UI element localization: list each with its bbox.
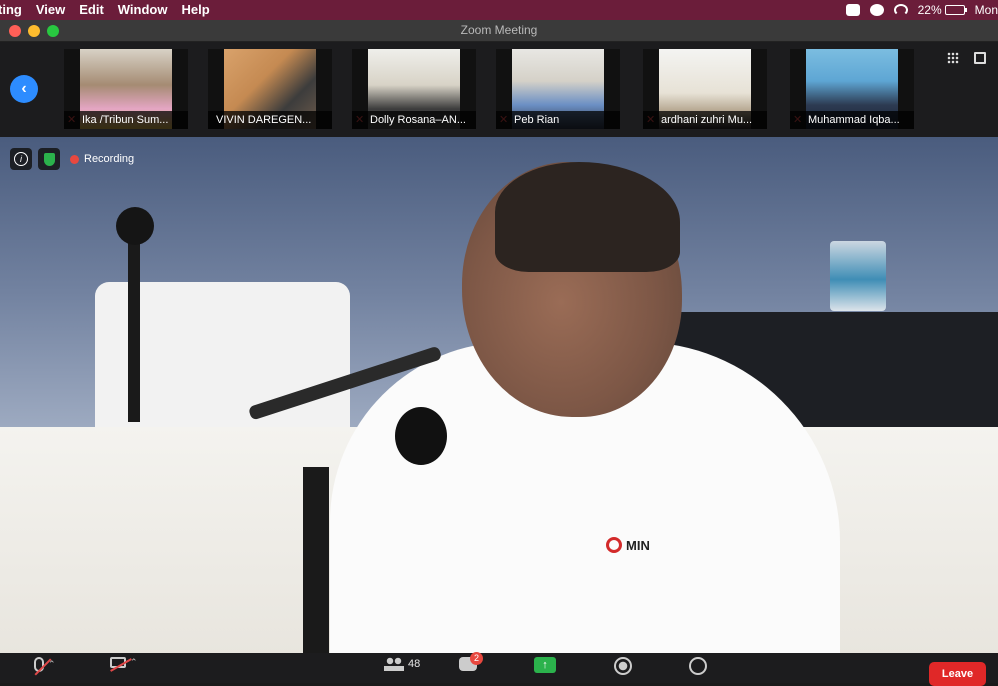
mic-muted-icon [34, 657, 44, 672]
reactions-button[interactable] [689, 657, 707, 675]
security-status-button[interactable] [38, 148, 60, 170]
battery-icon [944, 5, 967, 15]
menu-app-name[interactable]: ting [0, 0, 29, 20]
participant-tile[interactable]: ✕ Dolly Rosana–AN... [352, 49, 476, 129]
chat-icon: 2 [459, 652, 483, 671]
record-button[interactable] [614, 657, 632, 675]
macos-menu-bar: ting View Edit Window Help 22% Mon [0, 0, 998, 20]
chat-badge: 2 [470, 652, 483, 665]
participants-icon [384, 657, 404, 671]
participants-count: 48 [408, 658, 421, 670]
menu-help[interactable]: Help [174, 0, 216, 20]
participant-strip: ‹ ✕ Ika /Tribun Sum... VIVIN DAREGEN... … [0, 42, 998, 137]
participant-name: Muhammad Iqba... [790, 111, 914, 129]
front-mic-head [395, 407, 447, 465]
menu-edit[interactable]: Edit [72, 0, 111, 20]
menu-clock[interactable]: Mon [975, 3, 998, 17]
participant-name: ardhani zuhri Mu... [643, 111, 767, 129]
stage-overlay-controls: i Recording [10, 148, 134, 170]
meeting-info-button[interactable]: i [10, 148, 32, 170]
participant-name: Dolly Rosana–AN... [352, 111, 476, 129]
participant-name: Ika /Tribun Sum... [64, 111, 188, 129]
share-screen-button[interactable]: ↑ [534, 657, 556, 673]
participant-tile[interactable]: ✕ Ika /Tribun Sum... [64, 49, 188, 129]
speaker-hair [495, 162, 680, 272]
menu-view[interactable]: View [29, 0, 72, 20]
participant-name: Peb Rian [496, 111, 620, 129]
participant-tile[interactable]: ✕ Peb Rian [496, 49, 620, 129]
meeting-toolbar: ⌃ ⌃ 48 2 ↑ Leave [0, 652, 998, 686]
video-mic-head [116, 207, 154, 245]
wifi-icon[interactable] [893, 4, 908, 16]
battery-percent: 22% [917, 3, 942, 17]
info-icon: i [14, 152, 28, 166]
shirt-logo-text: MIN [626, 537, 650, 553]
start-video-button[interactable]: ⌃ [110, 657, 138, 668]
recording-dot-icon [70, 154, 79, 164]
camera-off-icon [110, 657, 126, 668]
shirt-logo: MIN [606, 537, 650, 553]
window-title-bar: Zoom Meeting [0, 20, 998, 42]
unmute-button[interactable]: ⌃ [30, 657, 56, 672]
reaction-smiley-icon [689, 657, 707, 675]
participant-tile[interactable]: ✕ Muhammad Iqba... [790, 49, 914, 129]
video-glass [830, 241, 886, 311]
menu-window[interactable]: Window [111, 0, 175, 20]
front-mic-stand [303, 467, 329, 653]
participants-button[interactable]: 48 [384, 657, 420, 671]
participant-tile[interactable]: VIVIN DAREGEN... [208, 49, 332, 129]
previous-page-button[interactable]: ‹ [10, 75, 38, 103]
menu-bar-status: 22% Mon [845, 0, 998, 20]
gallery-view-icon[interactable] [947, 52, 959, 64]
window-title: Zoom Meeting [460, 23, 538, 37]
record-icon [614, 657, 632, 675]
logo-mark-icon [606, 537, 622, 553]
leave-meeting-button[interactable]: Leave [929, 662, 986, 686]
zoom-status-icon[interactable] [845, 4, 860, 16]
fullscreen-icon[interactable] [974, 52, 986, 64]
battery-status[interactable]: 22% [917, 3, 967, 17]
recording-indicator[interactable]: Recording [70, 153, 134, 165]
share-screen-icon: ↑ [534, 657, 556, 673]
messenger-icon[interactable] [869, 4, 884, 16]
shield-icon [43, 152, 55, 166]
active-speaker-video[interactable]: MIN [0, 137, 998, 653]
recording-label: Recording [84, 153, 135, 165]
chevron-left-icon: ‹ [21, 80, 27, 97]
participant-tile[interactable]: ✕ ardhani zuhri Mu... [643, 49, 767, 129]
participant-name: VIVIN DAREGEN... [208, 111, 332, 129]
chat-button[interactable]: 2 [459, 652, 483, 671]
